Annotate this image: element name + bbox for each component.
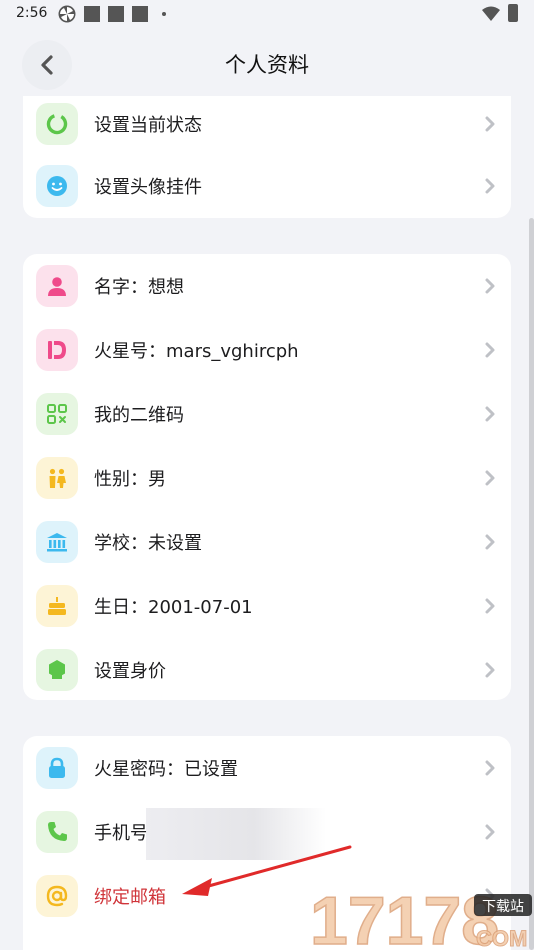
face-sticker-icon	[36, 165, 78, 207]
row-label: 生日：2001-07-01	[94, 597, 253, 618]
watermark-suffix-text: COM	[476, 926, 527, 950]
mars-id-icon	[36, 329, 78, 371]
row-label: 火星密码：已设置	[94, 759, 238, 780]
row-label: 名字：想想	[94, 277, 184, 298]
phone-icon	[36, 811, 78, 853]
notification-square-icon	[132, 6, 148, 22]
app-notification-icon	[58, 5, 76, 23]
lock-icon	[36, 747, 78, 789]
status-ring-icon	[36, 103, 78, 145]
profile-card: 名字：想想 火星号：mars_vghircph 我的二维码 性别：男 学校：未设…	[23, 254, 511, 700]
row-label: 我的二维码	[94, 405, 184, 426]
watermark-logo: 17178 下载站 COM	[310, 868, 534, 950]
school-icon	[36, 521, 78, 563]
chevron-right-icon	[485, 662, 495, 678]
chevron-right-icon	[485, 760, 495, 776]
row-label: 绑定邮箱	[94, 887, 166, 908]
row-label: 设置当前状态	[94, 115, 202, 136]
top-bar: 个人资料	[0, 32, 534, 94]
status-row[interactable]: 设置当前状态	[23, 92, 511, 156]
qrcode-row[interactable]: 我的二维码	[23, 382, 511, 446]
school-row[interactable]: 学校：未设置	[23, 510, 511, 574]
chevron-right-icon	[485, 824, 495, 840]
watermark-brand-text: 17178	[310, 883, 499, 950]
notification-square-icon	[108, 6, 124, 22]
row-label: 性别：男	[94, 469, 166, 490]
status-bar: 2:56	[0, 0, 534, 28]
row-label: 设置身价	[94, 661, 166, 682]
wifi-icon	[482, 6, 500, 21]
cake-icon	[36, 585, 78, 627]
chevron-right-icon	[485, 278, 495, 294]
name-row[interactable]: 名字：想想	[23, 254, 511, 318]
page-title: 个人资料	[225, 53, 309, 77]
row-label: 设置头像挂件	[94, 177, 202, 198]
notification-square-icon	[84, 6, 100, 22]
row-label: 学校：未设置	[94, 533, 202, 554]
value-icon	[36, 649, 78, 691]
chevron-right-icon	[485, 116, 495, 132]
chevron-right-icon	[485, 598, 495, 614]
gender-icon	[36, 457, 78, 499]
at-sign-icon	[36, 875, 78, 917]
qrcode-icon	[36, 393, 78, 435]
scrollbar[interactable]	[529, 218, 534, 950]
row-label: 手机号	[94, 823, 148, 844]
status-time: 2:56	[16, 5, 48, 21]
set-value-row[interactable]: 设置身价	[23, 638, 511, 702]
redacted-phone-number	[146, 808, 326, 860]
more-notifications-icon	[162, 12, 166, 16]
mars-password-row[interactable]: 火星密码：已设置	[23, 736, 511, 800]
chevron-right-icon	[485, 470, 495, 486]
birthday-row[interactable]: 生日：2001-07-01	[23, 574, 511, 638]
chevron-right-icon	[485, 406, 495, 422]
person-icon	[36, 265, 78, 307]
gender-row[interactable]: 性别：男	[23, 446, 511, 510]
chevron-right-icon	[485, 178, 495, 194]
mars-id-row[interactable]: 火星号：mars_vghircph	[23, 318, 511, 382]
battery-icon	[508, 4, 518, 22]
avatar-pendant-row[interactable]: 设置头像挂件	[23, 154, 511, 218]
chevron-right-icon	[485, 534, 495, 550]
chevron-right-icon	[485, 342, 495, 358]
status-card: 设置当前状态 设置头像挂件	[23, 96, 511, 218]
watermark-tag-text: 下载站	[482, 899, 524, 915]
row-label: 火星号：mars_vghircph	[94, 341, 299, 362]
